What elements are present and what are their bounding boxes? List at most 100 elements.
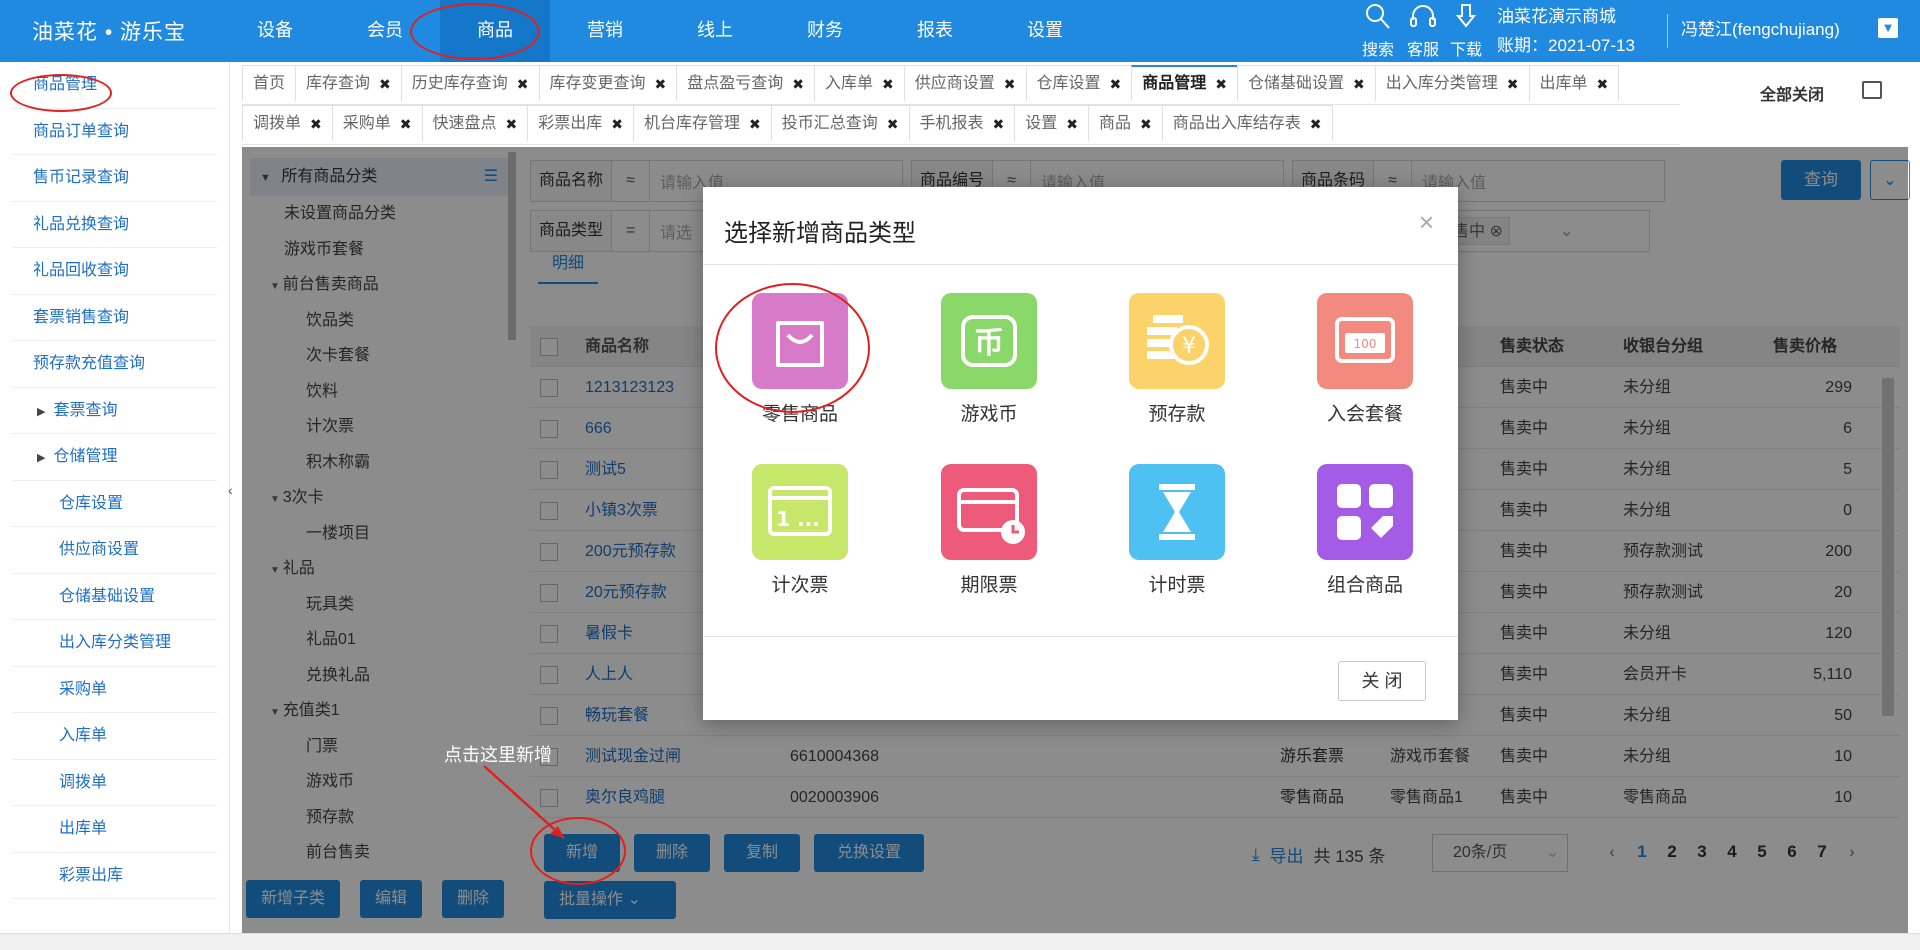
page-tab[interactable]: 投币汇总查询 ✖ bbox=[770, 105, 910, 142]
close-tab-icon[interactable]: ✖ bbox=[310, 106, 322, 142]
close-icon[interactable]: × bbox=[1419, 207, 1434, 238]
page-tab-label: 采购单 bbox=[342, 114, 391, 132]
close-tab-icon[interactable]: ✖ bbox=[1140, 106, 1152, 142]
sidebar-item-storage-basic[interactable]: 仓储基础设置 bbox=[12, 574, 217, 620]
download-tool[interactable]: 下载 bbox=[1446, 2, 1486, 60]
dialog-close-button[interactable]: 关 闭 bbox=[1338, 661, 1426, 701]
sidebar-item-package-sales[interactable]: 套票销售查询 bbox=[12, 295, 217, 341]
close-tab-icon[interactable]: ✖ bbox=[655, 66, 667, 102]
page-tab[interactable]: 调拨单 ✖ bbox=[242, 105, 333, 141]
close-tab-icon[interactable]: ✖ bbox=[1597, 66, 1609, 102]
nav-online[interactable]: 线上 bbox=[660, 0, 770, 62]
page-tab[interactable]: 商品管理 ✖ bbox=[1131, 65, 1239, 102]
close-tab-icon[interactable]: ✖ bbox=[792, 66, 804, 102]
sidebar-item-deposit-recharge[interactable]: 预存款充值查询 bbox=[12, 341, 217, 388]
page-tab[interactable]: 仓库设置 ✖ bbox=[1025, 65, 1133, 102]
sidebar-item-transfer-order[interactable]: 调拨单 bbox=[12, 760, 217, 806]
close-tab-icon[interactable]: ✖ bbox=[749, 106, 761, 142]
sidebar-item-gift-exchange[interactable]: 礼品兑换查询 bbox=[12, 202, 217, 248]
type-label: 期限票 bbox=[960, 575, 1018, 596]
sidebar-item-gift-recycle[interactable]: 礼品回收查询 bbox=[12, 248, 217, 295]
sidebar-item-io-category[interactable]: 出入库分类管理 bbox=[12, 620, 217, 667]
sidebar-item-purchase-order[interactable]: 采购单 bbox=[12, 667, 217, 713]
close-tab-icon[interactable]: ✖ bbox=[517, 66, 529, 102]
search-tool-label: 搜索 bbox=[1361, 42, 1394, 59]
page-tab[interactable]: 出库单 ✖ bbox=[1528, 65, 1620, 102]
store-name: 油菜花演示商城 bbox=[1497, 7, 1616, 26]
sidebar-item-supplier-settings[interactable]: 供应商设置 bbox=[12, 527, 217, 574]
sidebar-item-coin-sales[interactable]: 售币记录查询 bbox=[12, 155, 217, 202]
close-tab-icon[interactable]: ✖ bbox=[611, 106, 623, 142]
sidebar-group-storage[interactable]: ▶ 仓储管理 bbox=[12, 434, 217, 481]
type-timed-ticket[interactable]: 计时票 bbox=[1107, 464, 1247, 597]
close-tab-icon[interactable]: ✖ bbox=[882, 66, 894, 102]
close-tab-icon[interactable]: ✖ bbox=[400, 106, 412, 142]
nav-marketing[interactable]: 营销 bbox=[550, 0, 660, 62]
page-tab-label: 仓储基础设置 bbox=[1248, 74, 1345, 92]
close-tab-icon[interactable]: ✖ bbox=[1110, 66, 1122, 102]
type-count-ticket[interactable]: 1 ... 计次票 bbox=[730, 464, 870, 597]
sidebar-group-package-query[interactable]: ▶ 套票查询 bbox=[12, 388, 217, 434]
page-tab[interactable]: 彩票出库 ✖ bbox=[527, 105, 634, 141]
fullscreen-icon[interactable] bbox=[1862, 81, 1882, 99]
page-tab[interactable]: 盘点盈亏查询 ✖ bbox=[676, 65, 816, 102]
coin-icon: 币 bbox=[941, 293, 1037, 389]
svg-text:1 ...: 1 ... bbox=[776, 507, 820, 531]
close-tab-icon[interactable]: ✖ bbox=[1310, 106, 1322, 142]
close-all-tabs-button[interactable]: 全部关闭 bbox=[1760, 81, 1824, 105]
sidebar-item-outbound-order[interactable]: 出库单 bbox=[12, 806, 217, 853]
page-tab[interactable]: 供应商设置 ✖ bbox=[903, 65, 1027, 102]
sidebar-item-lottery-outbound[interactable]: 彩票出库 bbox=[12, 853, 217, 899]
collapse-sidebar-icon[interactable]: ‹ bbox=[228, 482, 233, 498]
page-tab[interactable]: 出入库分类管理 ✖ bbox=[1374, 65, 1530, 102]
page-tab[interactable]: 机台库存管理 ✖ bbox=[633, 105, 772, 141]
close-tab-icon[interactable]: ✖ bbox=[887, 106, 899, 142]
close-tab-icon[interactable]: ✖ bbox=[379, 66, 391, 102]
nav-devices[interactable]: 设备 bbox=[220, 0, 330, 62]
close-tab-icon[interactable]: ✖ bbox=[1066, 106, 1078, 142]
page-tab[interactable]: 采购单 ✖ bbox=[331, 105, 423, 142]
page-tab[interactable]: 仓储基础设置 ✖ bbox=[1237, 65, 1376, 101]
page-tab[interactable]: 商品出入库结存表 ✖ bbox=[1161, 105, 1333, 142]
page-tab[interactable]: 历史库存查询 ✖ bbox=[400, 65, 540, 102]
account-period: 账期：2021-07-13 bbox=[1497, 36, 1635, 55]
page-horizontal-scrollbar[interactable] bbox=[0, 933, 1920, 950]
page-tab-label: 首页 bbox=[253, 74, 286, 92]
close-tab-icon[interactable]: ✖ bbox=[993, 106, 1005, 142]
page-tab-label: 彩票出库 bbox=[538, 114, 603, 132]
support-tool[interactable]: 客服 bbox=[1403, 2, 1443, 60]
search-tool[interactable]: 搜索 bbox=[1358, 2, 1398, 60]
type-label: 组合商品 bbox=[1326, 575, 1403, 596]
page-tab[interactable]: 快速盘点 ✖ bbox=[421, 105, 529, 142]
close-tab-icon[interactable]: ✖ bbox=[1004, 66, 1016, 102]
type-combo[interactable]: 组合商品 bbox=[1295, 464, 1435, 597]
page-tab[interactable]: 设置 ✖ bbox=[1014, 105, 1089, 141]
close-tab-icon[interactable]: ✖ bbox=[1353, 66, 1365, 102]
page-tab[interactable]: 手机报表 ✖ bbox=[908, 105, 1016, 142]
page-tab-label: 调拨单 bbox=[253, 114, 302, 132]
headset-icon bbox=[1403, 2, 1443, 36]
type-deposit[interactable]: ¥ 预存款 bbox=[1107, 293, 1247, 426]
close-tab-icon[interactable]: ✖ bbox=[1507, 66, 1519, 102]
type-period-ticket[interactable]: 期限票 bbox=[919, 464, 1059, 597]
page-tab[interactable]: 库存变更查询 ✖ bbox=[538, 65, 678, 102]
close-tab-icon[interactable]: ✖ bbox=[506, 106, 518, 142]
user-name[interactable]: 冯楚江(fengchujiang) bbox=[1681, 15, 1840, 40]
sidebar-item-product-orders[interactable]: 商品订单查询 bbox=[12, 109, 217, 155]
close-tab-icon[interactable]: ✖ bbox=[1215, 66, 1227, 102]
sidebar-item-inbound-order[interactable]: 入库单 bbox=[12, 713, 217, 760]
yen-coins-icon: ¥ bbox=[1129, 293, 1225, 389]
nav-finance[interactable]: 财务 bbox=[770, 0, 880, 62]
nav-reports[interactable]: 报表 bbox=[880, 0, 990, 62]
type-membership[interactable]: 100 入会套餐 bbox=[1295, 293, 1435, 426]
type-game-coin[interactable]: 币 游戏币 bbox=[919, 293, 1059, 426]
page-tab[interactable]: 首页 bbox=[242, 65, 297, 101]
page-tab[interactable]: 库存查询 ✖ bbox=[295, 65, 402, 101]
sidebar-item-warehouse-settings[interactable]: 仓库设置 bbox=[12, 481, 217, 527]
page-tab[interactable]: 入库单 ✖ bbox=[814, 65, 905, 101]
hourglass-icon bbox=[1129, 464, 1225, 560]
page-tab[interactable]: 商品 ✖ bbox=[1088, 105, 1163, 141]
nav-settings[interactable]: 设置 bbox=[990, 0, 1100, 62]
annotation-circle-sidebar bbox=[10, 74, 112, 112]
chevron-down-icon[interactable]: ▼ bbox=[1878, 18, 1898, 38]
